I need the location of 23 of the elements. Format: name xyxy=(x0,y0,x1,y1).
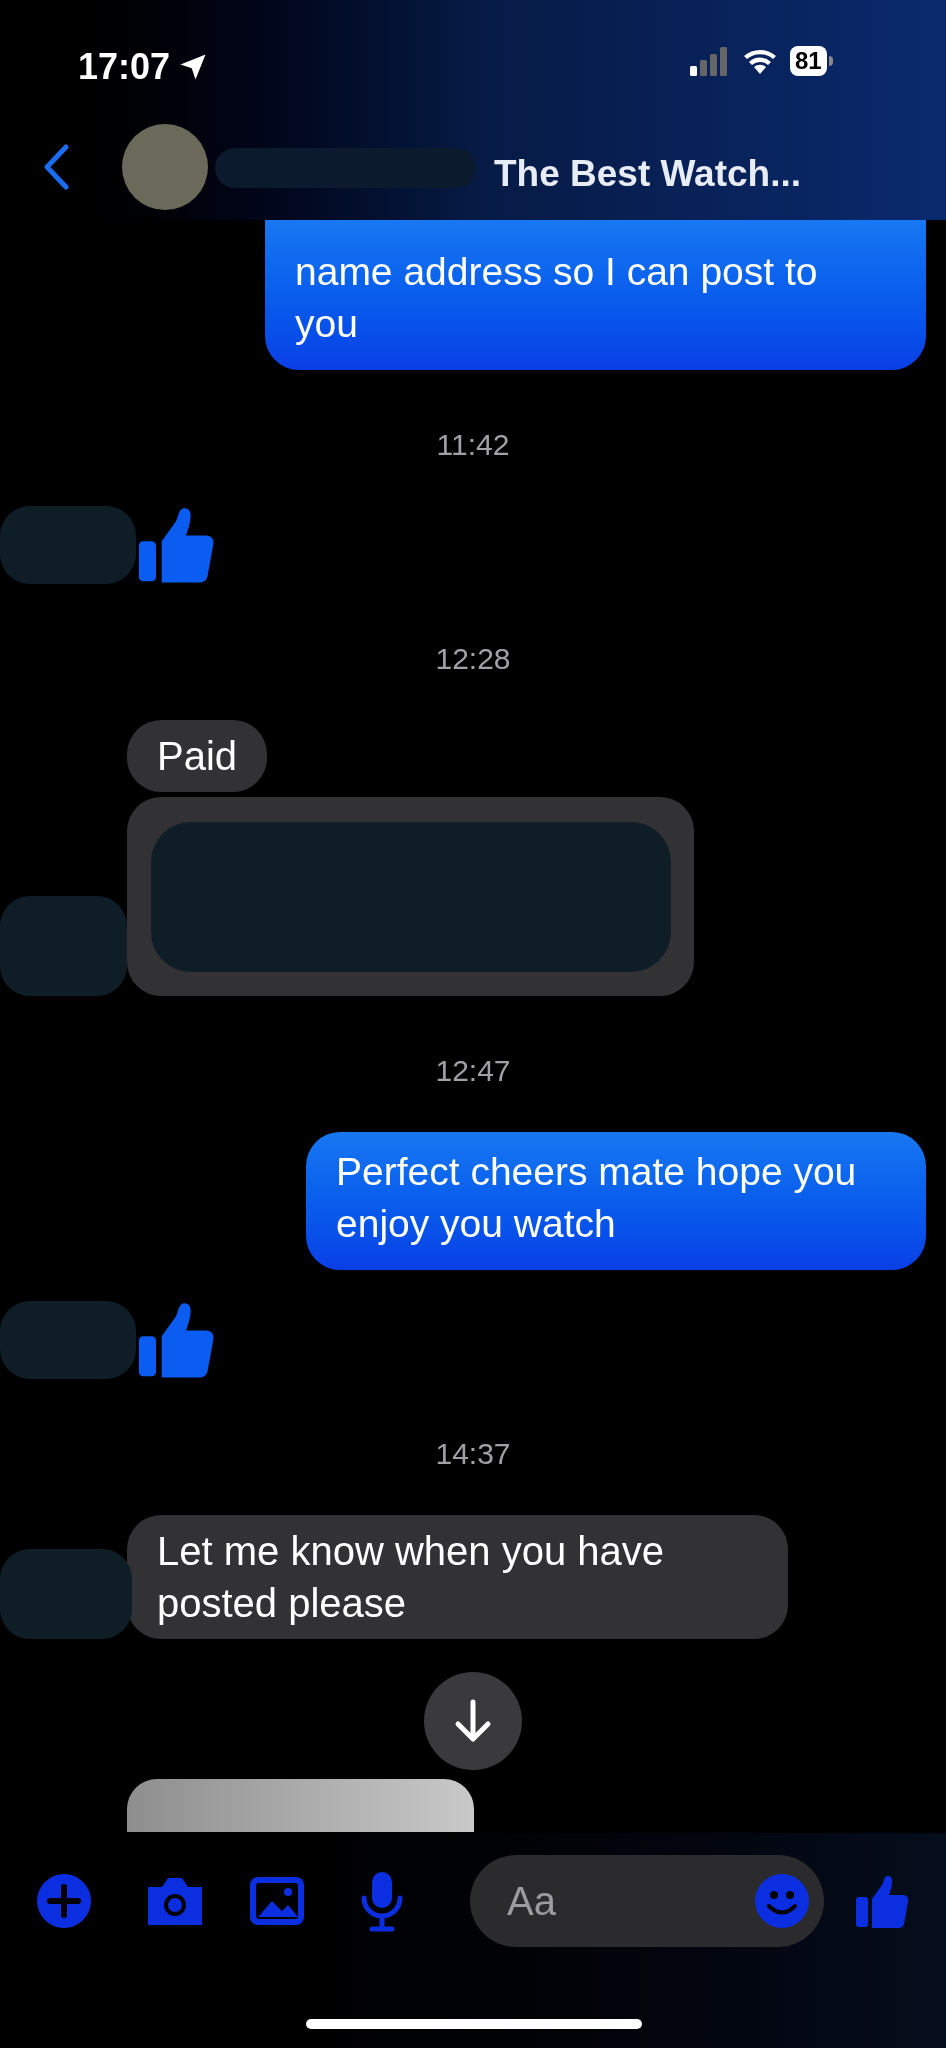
microphone-icon[interactable] xyxy=(360,1870,404,1932)
message-timestamp: 11:42 xyxy=(436,428,510,462)
message-input-field[interactable]: Aa xyxy=(470,1855,824,1947)
message-timestamp: 14:37 xyxy=(435,1437,511,1471)
photo-placeholder[interactable] xyxy=(127,1779,474,1832)
back-icon[interactable] xyxy=(42,144,70,190)
message-bubble[interactable]: Let me know when you have posted please xyxy=(127,1515,788,1639)
chat-title[interactable]: The Best Watch... xyxy=(494,146,801,202)
image-icon[interactable] xyxy=(248,1875,306,1927)
message-bubble[interactable]: Paid xyxy=(127,720,268,792)
wifi-icon xyxy=(742,47,778,75)
emoji-icon[interactable] xyxy=(754,1873,810,1929)
message-timestamp: 12:47 xyxy=(435,1054,511,1088)
down-arrow-icon xyxy=(453,1699,493,1743)
message-bubble[interactable] xyxy=(127,797,694,996)
message-timestamp: 12:28 xyxy=(435,642,511,676)
plus-icon[interactable] xyxy=(36,1873,92,1929)
composer-input: Aa xyxy=(507,1871,707,1931)
clock-time: 17:07 xyxy=(78,45,171,89)
signal-icon xyxy=(690,46,730,76)
message-bubble[interactable]: Perfect cheers mate hope you enjoy you watch xyxy=(306,1132,926,1270)
thumbs-up-icon[interactable] xyxy=(854,1873,910,1929)
message-bubble[interactable]: name address so I can post to you xyxy=(265,220,926,370)
